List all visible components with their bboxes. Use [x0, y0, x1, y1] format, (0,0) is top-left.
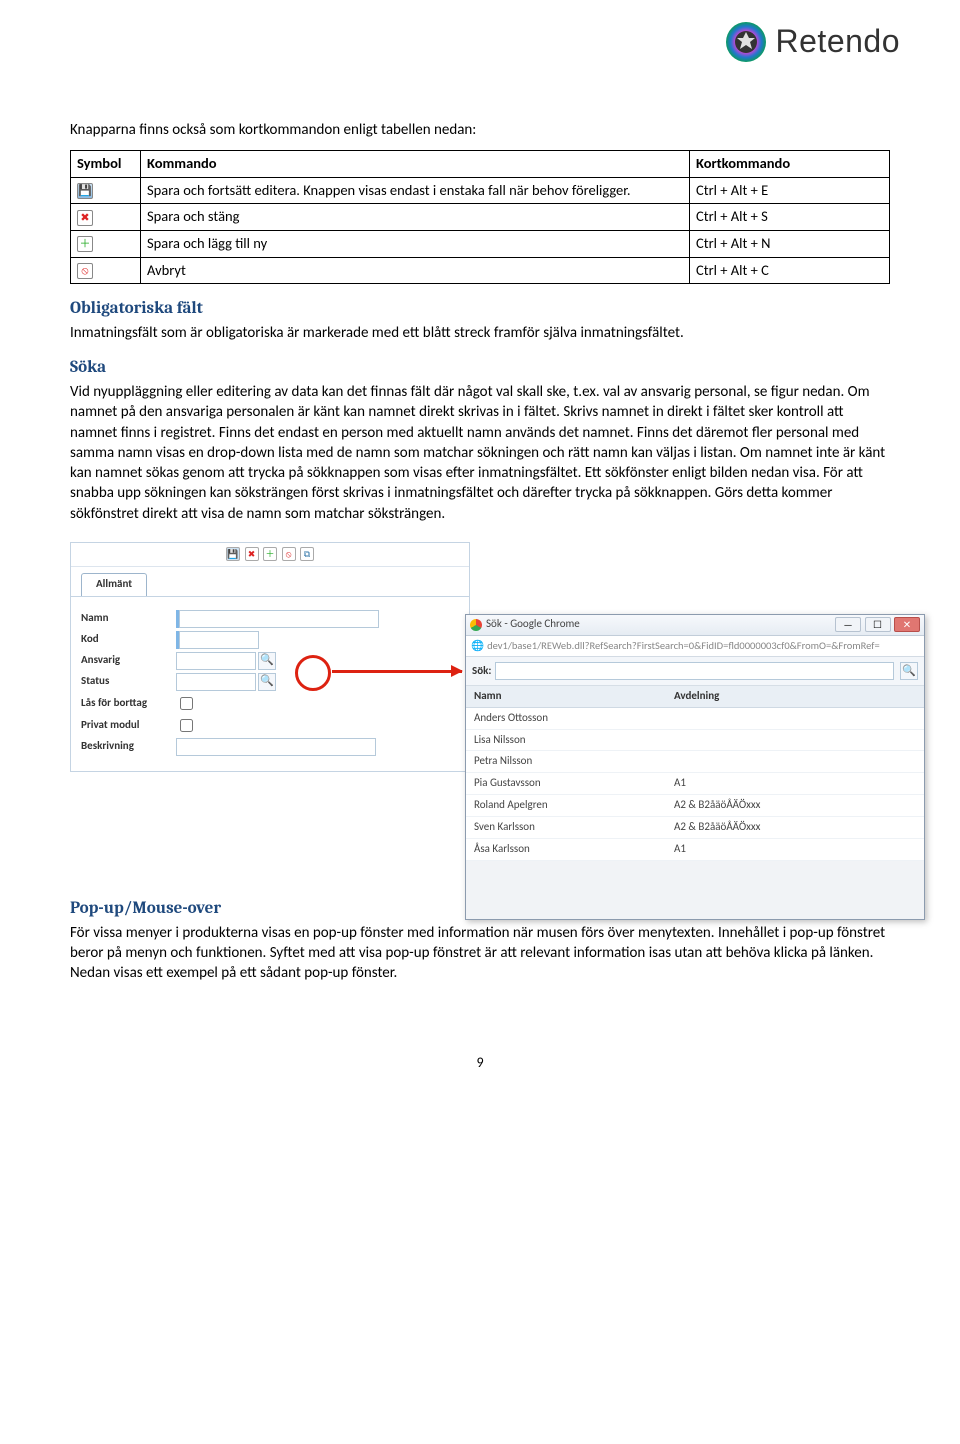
- table-row: 💾 Spara och fortsätt editera. Knappen vi…: [71, 177, 890, 204]
- brand-logo: Retendo: [724, 20, 900, 64]
- shortcut-table: Symbol Kommando Kortkommando 💾 Spara och…: [70, 150, 890, 284]
- min-button[interactable]: —: [835, 617, 861, 632]
- search-button-status[interactable]: 🔍: [258, 673, 276, 691]
- tb-cancel-icon[interactable]: ⦸: [282, 547, 296, 561]
- input-desc[interactable]: [176, 738, 376, 756]
- input-status[interactable]: [176, 673, 256, 691]
- lbl-code: Kod: [81, 632, 176, 647]
- form-panel: 💾 ✖ ＋ ⦸ ⧉ Allmänt Namn Kod Ansvarig 🔍: [70, 542, 470, 772]
- page-number: 9: [70, 1054, 890, 1073]
- result-row[interactable]: Åsa KarlssonA1: [466, 839, 924, 861]
- figure-search: 💾 ✖ ＋ ⦸ ⧉ Allmänt Namn Kod Ansvarig 🔍: [70, 542, 890, 872]
- magnifier-icon: 🔍: [260, 653, 274, 668]
- body-search: Vid nyuppläggning eller editering av dat…: [70, 382, 890, 524]
- search-button[interactable]: 🔍: [258, 652, 276, 670]
- heading-mandatory: Obligatoriska fält: [70, 298, 890, 321]
- chk-privmod[interactable]: [180, 719, 193, 732]
- lbl-lockdel: Lås för borttag: [81, 696, 176, 711]
- result-row[interactable]: Lisa Nilsson: [466, 730, 924, 752]
- input-name[interactable]: [179, 610, 379, 628]
- save-icon: 💾: [77, 183, 93, 199]
- lbl-desc: Beskrivning: [81, 739, 176, 754]
- result-row[interactable]: Roland ApelgrenA2 & B2åäöÅÄÖxxx: [466, 795, 924, 817]
- heading-search: Söka: [70, 357, 890, 380]
- lbl-responsible: Ansvarig: [81, 653, 176, 668]
- chk-lockdel[interactable]: [180, 697, 193, 710]
- url-text: dev1/base1/REWeb.dll?RefSearch?FirstSear…: [487, 639, 919, 653]
- tab-general[interactable]: Allmänt: [81, 573, 147, 596]
- col-name: Namn: [466, 686, 666, 707]
- result-row[interactable]: Anders Ottosson: [466, 708, 924, 730]
- body-popup: För vissa menyer i produkterna visas en …: [70, 923, 890, 984]
- save-close-icon: ✖: [77, 210, 93, 226]
- window-title: Sök - Google Chrome: [486, 617, 580, 632]
- lbl-privmod: Privat modul: [81, 718, 176, 733]
- table-row: ＋ Spara och lägg till ny Ctrl + Alt + N: [71, 230, 890, 257]
- close-button[interactable]: ✕: [894, 617, 920, 632]
- sok-label: Sök:: [472, 664, 491, 679]
- sok-search-button[interactable]: 🔍: [900, 662, 918, 680]
- max-button[interactable]: ☐: [865, 617, 891, 632]
- sok-input[interactable]: [495, 662, 894, 680]
- brand-name: Retendo: [776, 20, 900, 63]
- input-responsible[interactable]: [176, 652, 256, 670]
- result-row[interactable]: Petra Nilsson: [466, 751, 924, 773]
- tb-save-icon[interactable]: 💾: [226, 547, 240, 561]
- table-row: ⦸ Avbryt Ctrl + Alt + C: [71, 257, 890, 284]
- th-command: Kommando: [141, 151, 690, 178]
- tb-close-icon[interactable]: ✖: [245, 547, 259, 561]
- annotation-arrow: [332, 670, 462, 673]
- logo-icon: [724, 20, 768, 64]
- globe-icon: 🌐: [471, 639, 484, 653]
- body-mandatory: Inmatningsfält som är obligatoriska är m…: [70, 323, 890, 343]
- intro-text: Knapparna finns också som kortkommandon …: [70, 120, 890, 140]
- table-row: ✖ Spara och stäng Ctrl + Alt + S: [71, 204, 890, 231]
- magnifier-icon: 🔍: [260, 674, 274, 689]
- th-symbol: Symbol: [71, 151, 141, 178]
- search-popup-window: Sök - Google Chrome — ☐ ✕ 🌐 dev1/base1/R…: [465, 614, 925, 920]
- magnifier-icon: 🔍: [902, 664, 916, 679]
- result-row[interactable]: Pia GustavssonA1: [466, 773, 924, 795]
- lbl-status: Status: [81, 674, 176, 689]
- result-row[interactable]: Sven KarlssonA2 & B2åäöÅÄÖxxx: [466, 817, 924, 839]
- tb-add-icon[interactable]: ＋: [263, 547, 277, 561]
- form-toolbar: 💾 ✖ ＋ ⦸ ⧉: [71, 543, 469, 567]
- tb-dup-icon[interactable]: ⧉: [300, 547, 314, 561]
- save-add-icon: ＋: [77, 236, 93, 252]
- cancel-icon: ⦸: [77, 263, 93, 279]
- th-shortcut: Kortkommando: [690, 151, 890, 178]
- input-code[interactable]: [179, 631, 259, 649]
- lbl-name: Namn: [81, 611, 176, 626]
- result-filler: [466, 861, 924, 919]
- chrome-favicon: [470, 619, 482, 631]
- col-dept: Avdelning: [666, 686, 924, 707]
